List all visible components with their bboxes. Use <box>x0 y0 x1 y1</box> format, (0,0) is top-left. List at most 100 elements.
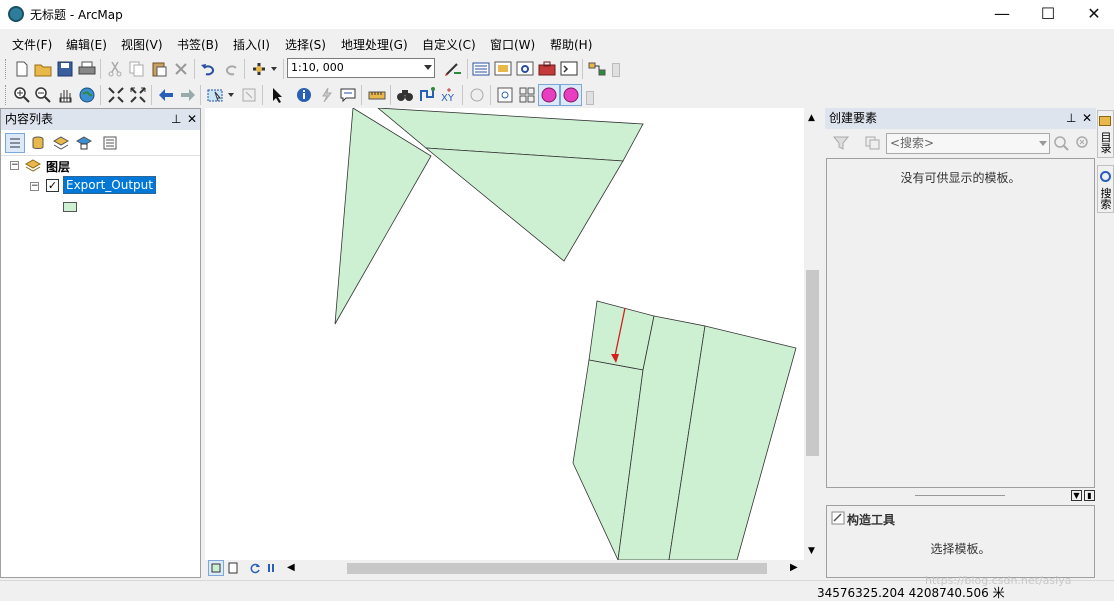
identify-icon[interactable] <box>294 85 314 105</box>
pan-hand-icon[interactable] <box>55 85 75 105</box>
list-by-drawing-order-icon[interactable] <box>5 133 25 153</box>
tab-search[interactable]: 搜索 <box>1097 165 1114 213</box>
template-search-input[interactable]: <搜索> <box>886 133 1050 154</box>
tab-catalog[interactable]: 目录 <box>1097 110 1114 158</box>
open-folder-icon[interactable] <box>33 59 53 79</box>
full-extent-icon[interactable] <box>77 85 97 105</box>
layer-symbol-swatch[interactable] <box>63 202 77 212</box>
magnifier-tool-icon[interactable] <box>538 84 560 106</box>
model-builder-icon[interactable] <box>587 59 607 79</box>
data-view-icon[interactable] <box>208 560 224 576</box>
scroll-left-icon[interactable]: ◀ <box>287 562 295 573</box>
horizontal-scroll-thumb[interactable] <box>347 563 767 574</box>
table-of-contents-pane: 内容列表 ⊥ ✕ − 图层 − ✓ Export_Output <box>0 108 201 578</box>
measure-icon[interactable] <box>367 85 387 105</box>
fixed-zoom-out-icon[interactable] <box>128 85 148 105</box>
menu-view[interactable]: 视图(V) <box>121 36 163 53</box>
back-arrow-icon[interactable] <box>156 85 176 105</box>
layer-visibility-checkbox[interactable]: ✓ <box>46 179 59 192</box>
construction-tools-icon <box>831 511 845 528</box>
menu-insert[interactable]: 插入(I) <box>233 36 270 53</box>
splitter-handle[interactable] <box>915 495 1005 496</box>
search-tab-label: 搜索 <box>1099 187 1112 210</box>
options-icon[interactable] <box>100 133 120 153</box>
svg-text:XY: XY <box>441 93 455 103</box>
create-viewer-icon[interactable] <box>495 85 515 105</box>
search-placeholder: <搜索> <box>890 136 935 150</box>
restore-icon[interactable]: ▮ <box>1084 490 1095 501</box>
arcmap-logo-icon <box>8 6 24 22</box>
html-popup-icon[interactable] <box>338 85 358 105</box>
vertical-scroll-thumb[interactable] <box>806 270 819 456</box>
select-features-icon[interactable] <box>206 85 236 105</box>
close-button[interactable]: ✕ <box>1071 0 1114 29</box>
undo-icon[interactable] <box>199 59 219 79</box>
close-icon[interactable]: ✕ <box>1082 108 1092 129</box>
editor-toolbar-icon[interactable] <box>443 59 463 79</box>
redo-icon <box>221 59 241 79</box>
menu-file[interactable]: 文件(F) <box>12 36 52 53</box>
toc-header: 内容列表 ⊥ ✕ <box>1 109 200 130</box>
close-icon[interactable]: ✕ <box>187 109 197 130</box>
print-icon[interactable] <box>77 59 97 79</box>
scroll-down-icon[interactable]: ▼ <box>808 546 815 556</box>
pin-icon[interactable]: ⊥ <box>1066 108 1076 129</box>
new-document-icon[interactable] <box>12 59 32 79</box>
chevron-down-icon[interactable] <box>424 65 432 70</box>
swipe-tool-icon[interactable] <box>560 84 582 106</box>
empty-template-message: 没有可供显示的模板。 <box>900 171 1021 185</box>
table-of-contents-icon[interactable] <box>471 59 491 79</box>
find-route-icon[interactable] <box>417 85 437 105</box>
menu-selection[interactable]: 选择(S) <box>285 36 326 53</box>
fixed-zoom-in-icon[interactable] <box>106 85 126 105</box>
save-icon[interactable] <box>55 59 75 79</box>
scroll-up-icon[interactable]: ▲ <box>808 113 815 123</box>
create-features-header: 创建要素 ⊥ ✕ <box>825 108 1096 129</box>
search-window-icon[interactable] <box>515 59 535 79</box>
refresh-icon[interactable] <box>247 560 263 576</box>
scroll-right-icon[interactable]: ▶ <box>790 562 798 573</box>
map-bottom-bar: ◀ ▶ <box>205 560 805 577</box>
zoom-out-icon[interactable] <box>33 85 53 105</box>
menu-help[interactable]: 帮助(H) <box>550 36 592 53</box>
python-window-icon[interactable] <box>559 59 579 79</box>
chevron-down-icon[interactable] <box>1039 141 1047 146</box>
layout-view-icon[interactable] <box>225 560 241 576</box>
collapse-icon[interactable]: − <box>10 161 19 170</box>
menu-geoprocessing[interactable]: 地理处理(G) <box>341 36 408 53</box>
list-by-source-icon[interactable] <box>28 133 48 153</box>
toolbar-overflow-icon[interactable] <box>586 91 594 105</box>
select-elements-arrow-icon[interactable] <box>267 85 287 105</box>
menu-windows[interactable]: 窗口(W) <box>490 36 535 53</box>
add-data-icon[interactable] <box>250 59 280 79</box>
overview-grid-icon[interactable] <box>517 85 537 105</box>
list-by-selection-icon[interactable] <box>74 133 94 153</box>
arctoolbox-icon[interactable] <box>537 59 557 79</box>
find-binoculars-icon[interactable] <box>395 85 415 105</box>
minimize-button[interactable]: — <box>979 0 1025 29</box>
title-bar: 无标题 - ArcMap — ☐ ✕ <box>0 0 1114 29</box>
menu-customize[interactable]: 自定义(C) <box>422 36 476 53</box>
map-canvas[interactable] <box>205 108 806 560</box>
menu-edit[interactable]: 编辑(E) <box>66 36 107 53</box>
list-by-visibility-icon[interactable] <box>51 133 71 153</box>
map-display[interactable] <box>205 108 806 560</box>
catalog-tab-label: 目录 <box>1099 131 1112 154</box>
toolbar-overflow-icon[interactable] <box>612 63 620 77</box>
menu-bookmarks[interactable]: 书签(B) <box>177 36 219 53</box>
paste-icon[interactable] <box>149 59 169 79</box>
collapse-down-icon[interactable]: ▼ <box>1071 490 1082 501</box>
layer-name-label[interactable]: Export_Output <box>63 176 156 194</box>
template-list[interactable]: 没有可供显示的模板。 <box>826 158 1095 488</box>
pause-drawing-icon[interactable] <box>263 560 279 576</box>
cut-icon <box>105 59 125 79</box>
data-frame-label[interactable]: 图层 <box>46 158 70 175</box>
go-to-xy-icon[interactable]: XY <box>439 85 459 105</box>
maximize-button[interactable]: ☐ <box>1025 0 1071 29</box>
vertical-scrollbar[interactable]: ▲ ▼ <box>804 108 821 560</box>
pin-icon[interactable]: ⊥ <box>171 109 181 130</box>
zoom-in-icon[interactable] <box>12 85 32 105</box>
collapse-icon[interactable]: − <box>30 182 39 191</box>
scale-combobox[interactable]: 1:10, 000 <box>287 58 435 78</box>
catalog-icon[interactable] <box>493 59 513 79</box>
